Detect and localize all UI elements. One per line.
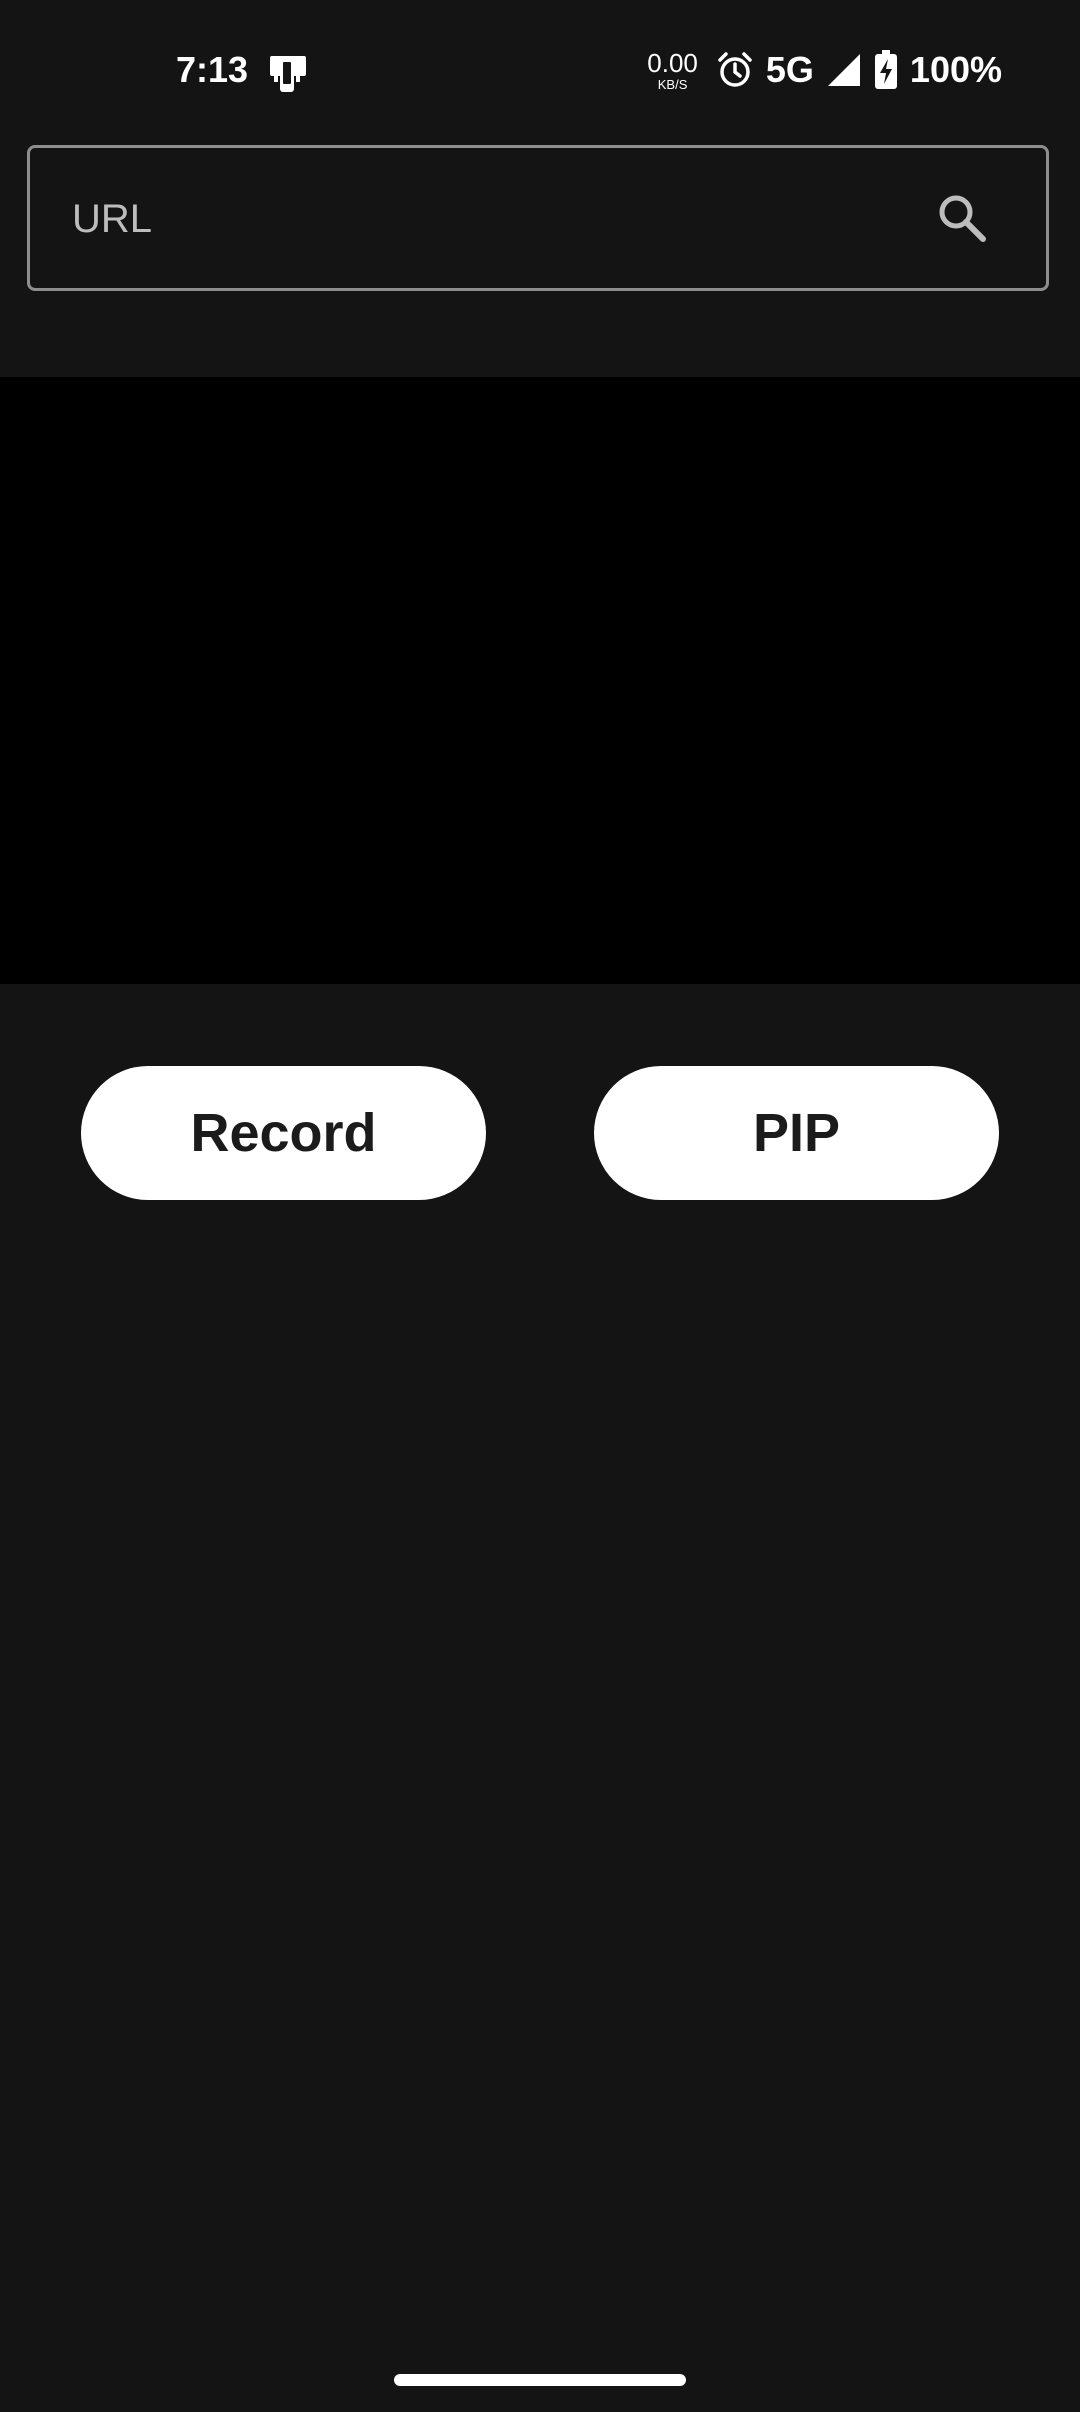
status-bar: 7:13 0.00 KB/S 5G 100% — [0, 0, 1080, 140]
home-indicator[interactable] — [394, 2374, 686, 2386]
video-player[interactable] — [0, 377, 1080, 984]
network-type: 5G — [765, 49, 814, 90]
network-speed: 0.00 KB/S — [647, 50, 698, 91]
status-time: 7:13 — [176, 49, 249, 90]
battery-charging-icon — [874, 50, 898, 90]
battery-percent: 100% — [909, 49, 1002, 90]
network-speed-unit: KB/S — [657, 76, 688, 92]
status-icons: 0.00 KB/S 5G 100% — [647, 44, 1002, 96]
search-icon[interactable] — [934, 190, 990, 246]
url-field[interactable] — [27, 145, 1049, 291]
record-button[interactable]: Record — [81, 1066, 486, 1200]
phone-app-icon — [266, 50, 310, 94]
pip-button[interactable]: PIP — [594, 1066, 999, 1200]
alarm-icon — [716, 51, 754, 89]
network-speed-value: 0.00 — [647, 47, 698, 78]
url-input[interactable] — [70, 148, 894, 290]
signal-icon — [826, 52, 862, 88]
